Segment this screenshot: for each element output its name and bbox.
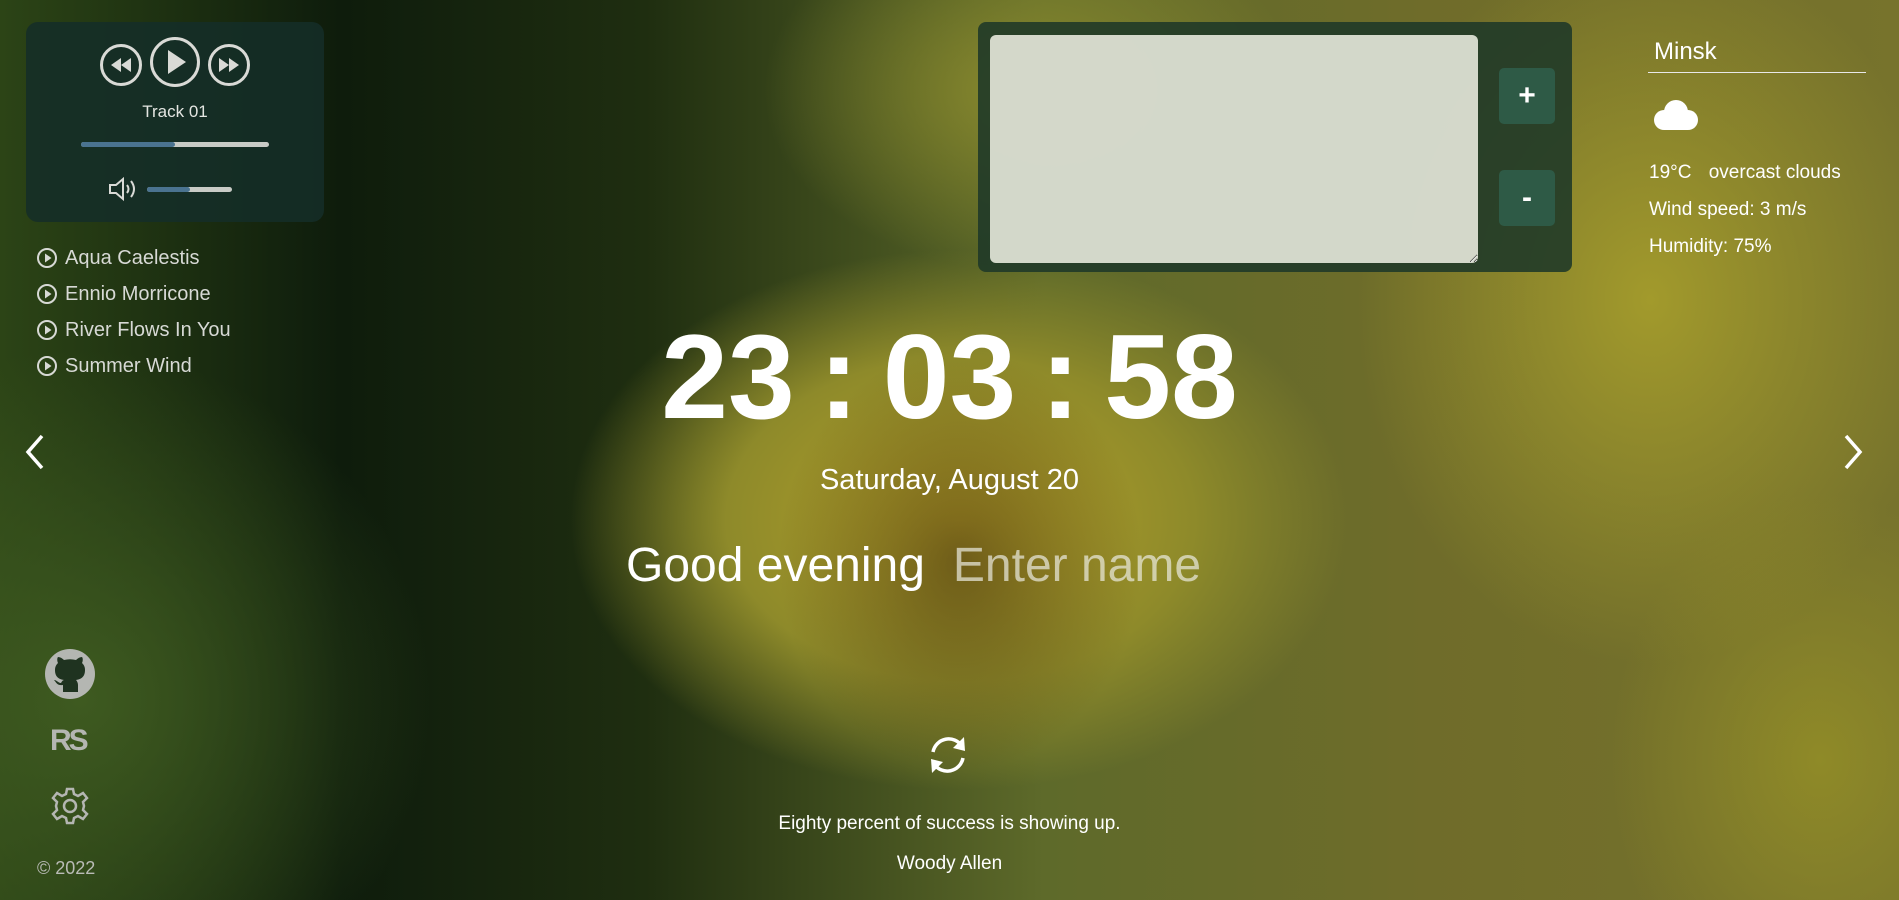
fast-forward-button[interactable] bbox=[208, 44, 250, 86]
notes-widget: + - bbox=[978, 22, 1572, 272]
gear-icon[interactable] bbox=[50, 786, 90, 826]
rewind-button[interactable] bbox=[100, 44, 142, 86]
track-progress-fill bbox=[81, 142, 175, 147]
remove-button[interactable]: - bbox=[1499, 170, 1555, 226]
clock: 23:03:58 bbox=[0, 308, 1899, 446]
add-button[interactable]: + bbox=[1499, 68, 1555, 124]
greeting-text: Good evening bbox=[626, 539, 925, 592]
weather-description: overcast clouds bbox=[1708, 162, 1841, 183]
weather-wind: Wind speed: 3 m/s bbox=[1649, 199, 1807, 220]
clock-separator: : bbox=[1040, 310, 1081, 444]
cloud-icon bbox=[1654, 100, 1698, 130]
clock-hours: 23 bbox=[661, 310, 795, 444]
weather-humidity: Humidity: 75% bbox=[1649, 236, 1772, 257]
weather-temperature: 19°C bbox=[1649, 162, 1692, 183]
playlist-item[interactable]: Ennio Morricone bbox=[37, 276, 231, 312]
city-input[interactable]: Minsk bbox=[1648, 38, 1866, 73]
clock-seconds: 58 bbox=[1104, 310, 1238, 444]
track-title: Track 01 bbox=[142, 102, 208, 121]
rewind-icon bbox=[111, 58, 131, 72]
github-icon[interactable] bbox=[44, 648, 96, 700]
play-button[interactable] bbox=[150, 37, 200, 87]
weather-temp-row: 19°C overcast clouds bbox=[1649, 162, 1841, 184]
volume-fill bbox=[147, 187, 190, 192]
rs-logo[interactable]: RS bbox=[50, 724, 89, 758]
fast-forward-icon bbox=[219, 58, 239, 72]
refresh-quote-icon[interactable] bbox=[925, 732, 971, 778]
playlist-item-label: Aqua Caelestis bbox=[65, 246, 200, 269]
quote-text: Eighty percent of success is showing up. bbox=[778, 813, 1121, 834]
play-circle-icon bbox=[37, 284, 57, 304]
name-input[interactable] bbox=[952, 538, 1283, 593]
copyright: © 2022 bbox=[37, 858, 96, 878]
track-progress-bar[interactable] bbox=[81, 142, 269, 147]
volume-icon[interactable] bbox=[108, 176, 140, 202]
greeting: Good evening bbox=[626, 538, 1283, 593]
playlist-item-label: Ennio Morricone bbox=[65, 282, 211, 305]
volume-slider[interactable] bbox=[147, 187, 232, 192]
quote-author: Woody Allen bbox=[896, 853, 1003, 874]
clock-minutes: 03 bbox=[882, 310, 1017, 444]
play-circle-icon bbox=[37, 248, 57, 268]
clock-separator: : bbox=[818, 310, 859, 444]
notes-textarea[interactable] bbox=[990, 35, 1478, 263]
play-icon bbox=[168, 50, 186, 74]
audio-player: Track 01 bbox=[26, 22, 324, 222]
date-label: Saturday, August 20 bbox=[819, 464, 1080, 496]
playlist-item[interactable]: Aqua Caelestis bbox=[37, 240, 231, 276]
